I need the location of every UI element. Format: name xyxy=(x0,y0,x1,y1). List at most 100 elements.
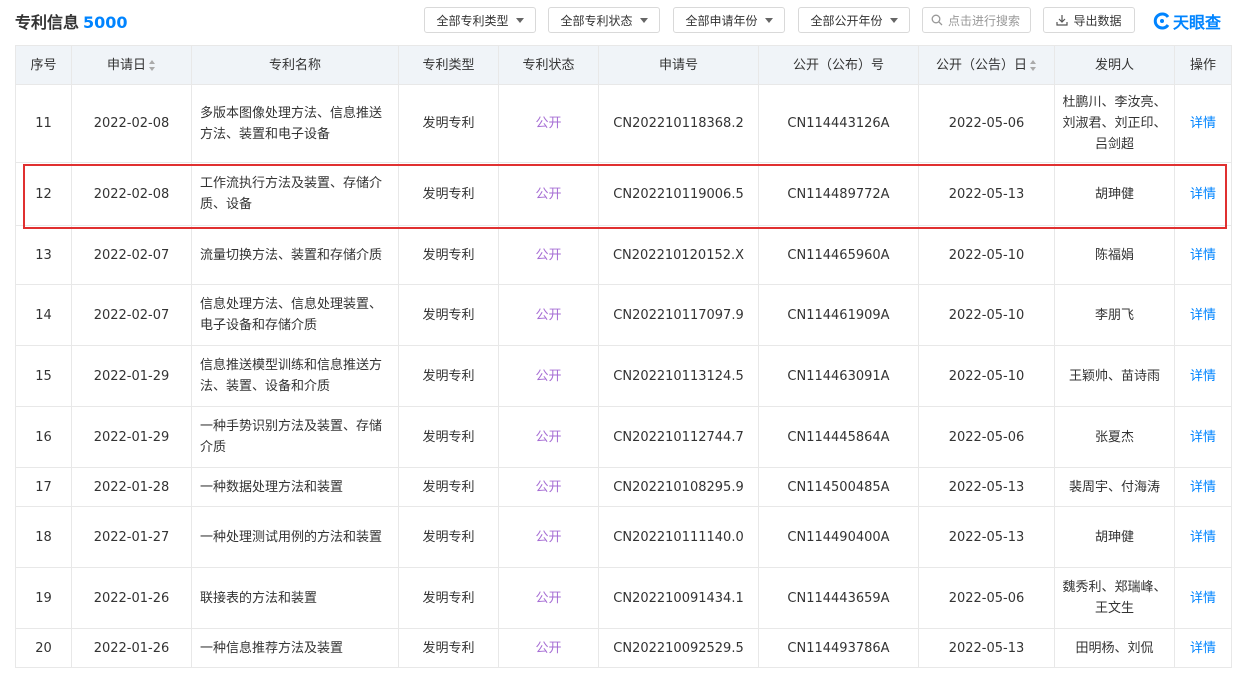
table-row[interactable]: 14 2022-02-07 信息处理方法、信息处理装置、电子设备和存储介质 发明专利公… xyxy=(15,284,1232,346)
cell-patent-status: 公开 xyxy=(498,284,599,346)
col-header-publication-date[interactable]: 公开（公告）日 xyxy=(918,45,1055,85)
col-header-label: 操作 xyxy=(1189,57,1216,73)
application-year-filter[interactable]: 全部申请年份 xyxy=(673,7,785,33)
sort-icon[interactable] xyxy=(149,59,156,71)
col-header-label: 公开（公布）号 xyxy=(792,57,884,73)
col-header-label: 序号 xyxy=(30,57,57,73)
cell-index: 18 xyxy=(15,506,72,568)
logo-icon xyxy=(1153,12,1170,30)
cell-application-no: CN202210091434.1 xyxy=(598,567,759,629)
col-header-patent-status: 专利状态 xyxy=(498,45,599,85)
cell-publication-no: CN114463091A xyxy=(758,345,919,407)
cell-application-no: CN202210119006.5 xyxy=(598,162,759,226)
cell-inventor: 魏秀利、郑瑞峰、王文生 xyxy=(1054,567,1175,629)
cell-publication-no: CN114445864A xyxy=(758,406,919,468)
table-header-row: 序号 申请日 专利名称 专利类型 专利状态 申请号 公开（公布）号 公开（公告）… xyxy=(15,45,1232,85)
cell-application-no: CN202210112744.7 xyxy=(598,406,759,468)
cell-patent-type: 发明专利 xyxy=(398,284,499,346)
table-row[interactable]: 16 2022-01-29 一种手势识别方法及装置、存储介质 发明专利 公开 CN2022… xyxy=(15,406,1232,468)
cell-patent-type: 发明专利 xyxy=(398,467,499,507)
col-header-label: 公开（公告）日 xyxy=(935,57,1027,73)
details-link[interactable]: 详情 xyxy=(1174,467,1232,507)
cell-publication-date: 2022-05-13 xyxy=(918,162,1055,226)
details-link[interactable]: 详情 xyxy=(1174,406,1232,468)
cell-publication-date: 2022-05-06 xyxy=(918,84,1055,163)
export-button[interactable]: 导出数据 xyxy=(1043,7,1135,33)
cell-patent-type: 发明专利 xyxy=(398,225,499,285)
details-link[interactable]: 详情 xyxy=(1174,84,1232,163)
cell-index: 20 xyxy=(15,628,72,668)
cell-inventor: 胡珅健 xyxy=(1054,162,1175,226)
cell-patent-name: 联接表的方法和装置 xyxy=(191,567,399,629)
cell-index: 15 xyxy=(15,345,72,407)
patent-status-filter[interactable]: 全部专利状态 xyxy=(548,7,660,33)
cell-publication-no: CN114490400A xyxy=(758,506,919,568)
cell-inventor: 李朋飞 xyxy=(1054,284,1175,346)
publication-year-filter-label: 全部公开年份 xyxy=(810,13,883,28)
cell-patent-type: 发明专利 xyxy=(398,506,499,568)
cell-inventor: 田明杨、刘侃 xyxy=(1054,628,1175,668)
col-header-patent-name: 专利名称 xyxy=(191,45,399,85)
application-year-filter-label: 全部申请年份 xyxy=(685,13,758,28)
cell-patent-status: 公开 xyxy=(498,506,599,568)
cell-publication-no: CN114465960A xyxy=(758,225,919,285)
cell-patent-type: 发明专利 xyxy=(398,345,499,407)
cell-apply-date: 2022-02-08 xyxy=(71,84,192,163)
cell-index: 13 xyxy=(15,225,72,285)
cell-patent-status: 公开 xyxy=(498,345,599,407)
table-row[interactable]: 13 2022-02-07 流量切换方法、装置和存储介质 发明专利 公开 CN202210… xyxy=(15,225,1232,285)
cell-apply-date: 2022-02-07 xyxy=(71,284,192,346)
details-link[interactable]: 详情 xyxy=(1174,284,1232,346)
search-input[interactable]: 点击进行搜索 xyxy=(922,7,1031,33)
details-link[interactable]: 详情 xyxy=(1174,567,1232,629)
cell-patent-name: 流量切换方法、装置和存储介质 xyxy=(191,225,399,285)
col-header-label: 专利状态 xyxy=(522,57,575,73)
cell-inventor: 裴周宇、付海涛 xyxy=(1054,467,1175,507)
sort-icon[interactable] xyxy=(1030,59,1037,71)
details-link[interactable]: 详情 xyxy=(1174,225,1232,285)
cell-publication-no: CN114443126A xyxy=(758,84,919,163)
cell-application-no: CN202210118368.2 xyxy=(598,84,759,163)
cell-publication-date: 2022-05-13 xyxy=(918,628,1055,668)
table-row[interactable]: 17 2022-01-28 一种数据处理方法和装置 发明专利 公开 CN202210108… xyxy=(15,467,1232,507)
cell-patent-name: 工作流执行方法及装置、存储介质、设备 xyxy=(191,162,399,226)
patent-status-filter-label: 全部专利状态 xyxy=(560,13,633,28)
cell-index: 12 xyxy=(15,162,72,226)
publication-year-filter[interactable]: 全部公开年份 xyxy=(798,7,910,33)
col-header-application-no: 申请号 xyxy=(598,45,759,85)
cell-patent-name: 一种信息推荐方法及装置 xyxy=(191,628,399,668)
details-link[interactable]: 详情 xyxy=(1174,345,1232,407)
details-link[interactable]: 详情 xyxy=(1174,506,1232,568)
cell-patent-type: 发明专利 xyxy=(398,162,499,226)
cell-apply-date: 2022-01-28 xyxy=(71,467,192,507)
col-header-patent-type: 专利类型 xyxy=(398,45,499,85)
patent-type-filter[interactable]: 全部专利类型 xyxy=(424,7,536,33)
table-row[interactable]: 20 2022-01-26 一种信息推荐方法及装置 发明专利 公开 CN202210092… xyxy=(15,628,1232,668)
details-link[interactable]: 详情 xyxy=(1174,162,1232,226)
cell-publication-no: CN114443659A xyxy=(758,567,919,629)
cell-index: 11 xyxy=(15,84,72,163)
table-row[interactable]: 15 2022-01-29 信息推送模型训练和信息推送方法、装置、设备和介质 发明专利… xyxy=(15,345,1232,407)
tianyancha-logo[interactable]: 天眼查 xyxy=(1153,10,1221,32)
table-row[interactable]: 12 2022-02-08 工作流执行方法及装置、存储介质、设备 发明专利 公开 CN20… xyxy=(15,162,1232,226)
cell-patent-name: 一种手势识别方法及装置、存储介质 xyxy=(191,406,399,468)
table-row[interactable]: 11 2022-02-08 多版本图像处理方法、信息推送方法、装置和电子设备 发明专利… xyxy=(15,84,1232,163)
toolbar: 专利信息 5000 全部专利类型 全部专利状态 全部申请年份 全部公开年份 点击进… xyxy=(0,0,1243,42)
result-count: 5000 xyxy=(83,13,128,32)
cell-publication-date: 2022-05-10 xyxy=(918,345,1055,407)
cell-apply-date: 2022-01-27 xyxy=(71,506,192,568)
details-link[interactable]: 详情 xyxy=(1174,628,1232,668)
cell-publication-date: 2022-05-06 xyxy=(918,567,1055,629)
chevron-down-icon xyxy=(515,17,524,23)
cell-index: 14 xyxy=(15,284,72,346)
col-header-apply-date[interactable]: 申请日 xyxy=(71,45,192,85)
col-header-action: 操作 xyxy=(1174,45,1232,85)
cell-patent-name: 信息处理方法、信息处理装置、电子设备和存储介质 xyxy=(191,284,399,346)
table-row[interactable]: 18 2022-01-27 一种处理测试用例的方法和装置 发明专利 公开 CN202210… xyxy=(15,506,1232,568)
cell-publication-date: 2022-05-06 xyxy=(918,406,1055,468)
cell-patent-name: 一种数据处理方法和装置 xyxy=(191,467,399,507)
cell-publication-no: CN114461909A xyxy=(758,284,919,346)
cell-index: 19 xyxy=(15,567,72,629)
table-row[interactable]: 19 2022-01-26 联接表的方法和装置 发明专利 公开 CN20221009143… xyxy=(15,567,1232,629)
cell-apply-date: 2022-01-26 xyxy=(71,628,192,668)
